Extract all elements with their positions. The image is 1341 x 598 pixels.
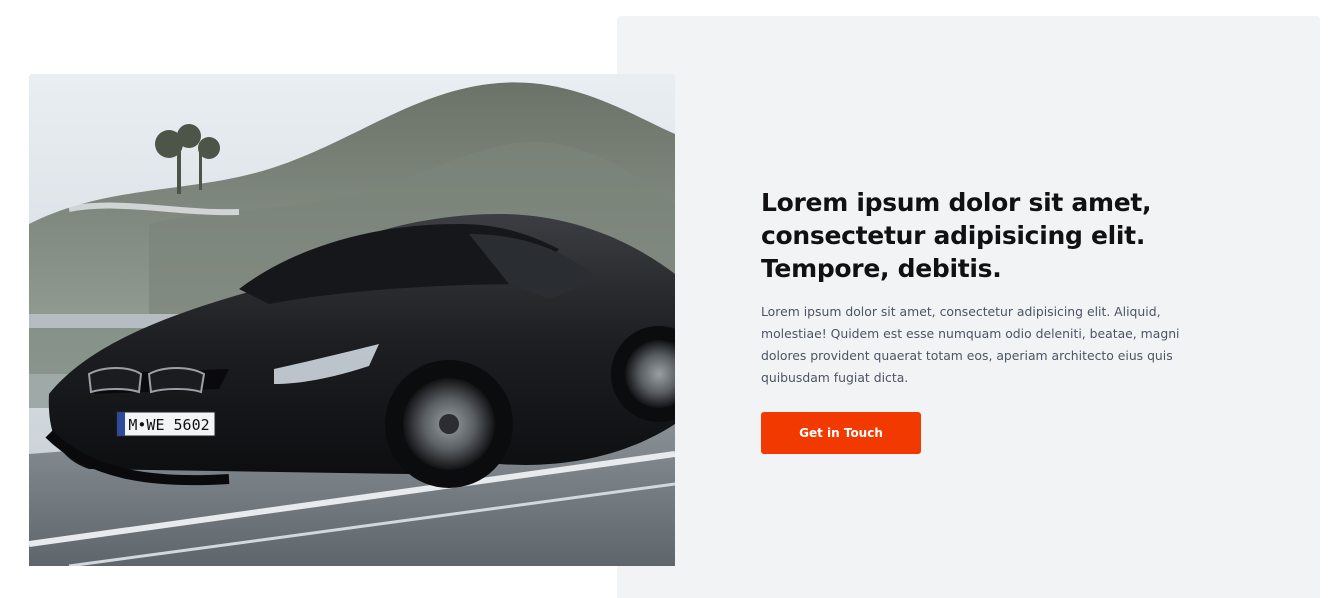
feature-headline: Lorem ipsum dolor sit amet, consectetur …: [761, 188, 1152, 283]
license-plate-text: M•WE 5602: [128, 416, 209, 434]
feature-content: Lorem ipsum dolor sit amet, consectetur …: [761, 186, 1201, 389]
get-in-touch-button[interactable]: Get in Touch: [761, 412, 921, 454]
feature-section: M•WE 5602 Lorem ipsum dolor sit amet, co…: [0, 0, 1341, 598]
car-photo-illustration: M•WE 5602: [29, 74, 675, 566]
hero-car-image: M•WE 5602: [29, 74, 675, 566]
feature-description: Lorem ipsum dolor sit amet, consectetur …: [761, 304, 1180, 385]
